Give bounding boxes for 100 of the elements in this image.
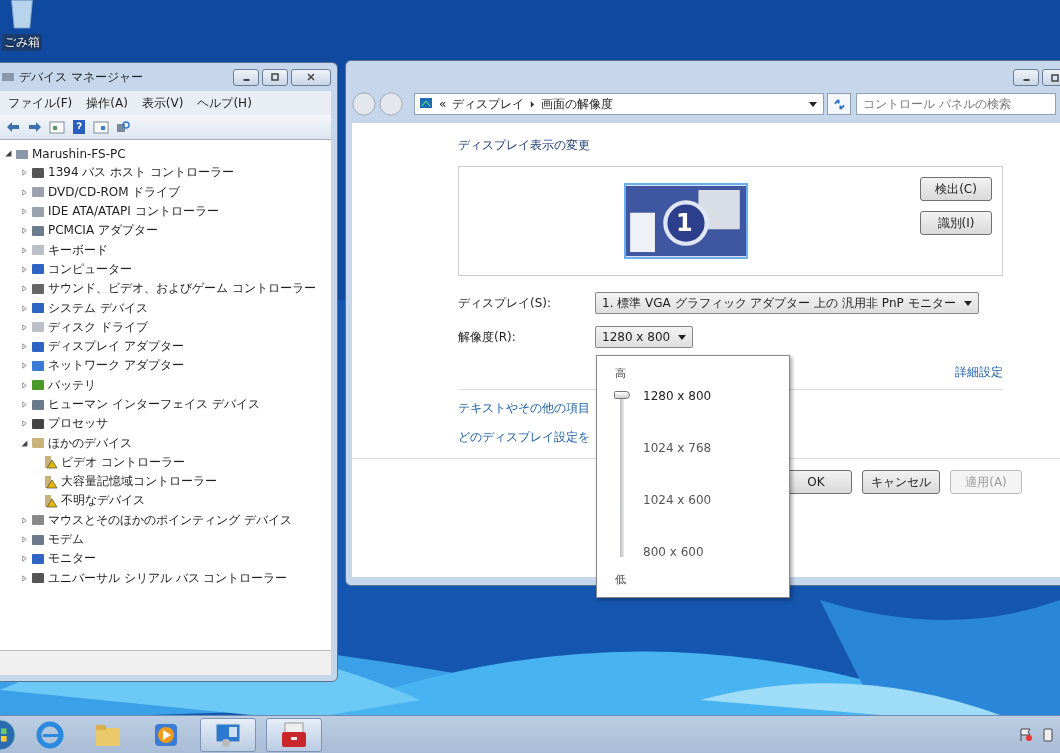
expand-icon[interactable]	[21, 227, 28, 235]
tree-item[interactable]: ビデオ コントローラー	[61, 453, 185, 471]
tree-item[interactable]: コンピューター	[48, 260, 132, 278]
tree-item[interactable]: 不明なデバイス	[61, 492, 145, 510]
tree-item[interactable]: ディスク ドライブ	[48, 318, 148, 336]
warning-icon	[44, 455, 58, 470]
maximize-icon	[270, 72, 280, 82]
close-icon	[306, 72, 316, 82]
expand-icon[interactable]	[21, 362, 28, 370]
help-link[interactable]: テキストやその他の項目	[458, 400, 590, 417]
tree-item[interactable]: バッテリ	[48, 376, 96, 394]
menu-item[interactable]: ファイル(F)	[8, 94, 73, 112]
monitor-tile[interactable]: 1	[624, 183, 748, 259]
device-icon	[31, 397, 45, 412]
identify-button[interactable]: 識別(I)	[920, 211, 992, 235]
device-icon	[31, 262, 45, 277]
back-button[interactable]	[352, 92, 376, 116]
tree-item[interactable]: プロセッサ	[48, 415, 108, 433]
expand-icon[interactable]	[21, 574, 28, 582]
menu-item[interactable]: 表示(V)	[141, 94, 184, 112]
resolution-option[interactable]: 800 x 600	[643, 545, 712, 559]
flag-icon[interactable]	[1018, 727, 1034, 743]
tree-item[interactable]: マウスとそのほかのポインティング デバイス	[48, 511, 292, 529]
help-link[interactable]: どのディスプレイ設定を	[458, 429, 590, 446]
breadcrumb-overflow[interactable]: «	[439, 97, 447, 111]
device-icon	[31, 571, 45, 586]
resolution-option[interactable]: 1024 x 600	[643, 493, 712, 507]
device-icon	[31, 358, 45, 373]
close-button[interactable]	[291, 68, 331, 86]
resolution-option[interactable]: 1280 x 800	[643, 389, 712, 403]
monitor-icon	[213, 720, 243, 750]
detect-button[interactable]: 検出(C)	[920, 177, 992, 201]
device-icon	[31, 185, 45, 200]
tree-item[interactable]: キーボード	[48, 241, 108, 259]
slider-thumb[interactable]	[614, 391, 630, 399]
resolution-dropdown[interactable]: 1280 x 800	[595, 326, 694, 348]
expand-icon[interactable]	[21, 323, 28, 331]
expand-icon[interactable]	[21, 381, 28, 389]
minimize-button[interactable]	[233, 68, 259, 86]
power-icon[interactable]	[1040, 727, 1056, 743]
address-bar[interactable]: « ディスプレイ 画面の解像度	[414, 93, 824, 115]
tree-item[interactable]: ネットワーク アダプター	[48, 357, 184, 375]
expand-icon[interactable]	[21, 516, 28, 524]
section-heading: ディスプレイ表示の変更	[458, 137, 591, 154]
search-field[interactable]: コントロール パネルの検索	[856, 93, 1056, 115]
update-icon[interactable]	[93, 119, 109, 135]
tree-item[interactable]: ほかのデバイス	[48, 434, 132, 452]
forward-button[interactable]	[379, 92, 403, 116]
expand-icon[interactable]	[21, 555, 28, 563]
maximize-button[interactable]	[262, 68, 288, 86]
taskbar-display-button[interactable]	[200, 718, 256, 752]
forward-icon[interactable]	[27, 119, 43, 135]
tree-item[interactable]: モデム	[48, 531, 84, 549]
chevron-icon[interactable]	[530, 100, 536, 108]
taskbar-toolbox-button[interactable]	[266, 718, 322, 752]
tree-item[interactable]: IDE ATA/ATAPI コントローラー	[48, 203, 219, 221]
help-icon[interactable]	[71, 119, 87, 135]
collapse-icon[interactable]	[21, 439, 28, 447]
device-icon	[31, 165, 45, 180]
menu-item[interactable]: ヘルプ(H)	[197, 94, 252, 112]
display-dropdown[interactable]: 1. 標準 VGA グラフィック アダプター 上の 汎用非 PnP モニター	[595, 292, 979, 314]
tree-item[interactable]: ヒューマン インターフェイス デバイス	[48, 396, 260, 413]
expand-icon[interactable]	[21, 401, 28, 408]
collapse-icon[interactable]	[5, 150, 12, 158]
tree-item[interactable]: Marushin-FS-PC	[32, 146, 126, 161]
tree-item[interactable]: ユニバーサル シリアル バス コントローラー	[48, 569, 288, 587]
menu-item[interactable]: 操作(A)	[86, 94, 128, 112]
expand-icon[interactable]	[21, 246, 28, 254]
field-label: ディスプレイ(S):	[458, 294, 553, 312]
expand-icon[interactable]	[21, 536, 28, 544]
dialog-button[interactable]: キャンセル	[862, 470, 940, 494]
tree-item[interactable]: ディスプレイ アダプター	[48, 338, 184, 356]
expand-icon[interactable]	[21, 208, 28, 216]
tree-item[interactable]: モニター	[48, 550, 96, 568]
tree-item[interactable]: PCMCIA アダプター	[48, 222, 158, 240]
device-icon	[31, 301, 45, 315]
resolution-option[interactable]: 1024 x 768	[643, 441, 712, 455]
tree-item[interactable]: システム デバイス	[48, 299, 148, 317]
warning-icon	[44, 474, 58, 489]
expand-icon[interactable]	[21, 304, 28, 312]
scan-icon[interactable]	[115, 119, 131, 135]
breadcrumb-item[interactable]: 画面の解像度	[541, 95, 614, 113]
dropdown-arrow-icon[interactable]	[809, 101, 817, 107]
tree-item[interactable]: 1394 バス ホスト コントローラー	[48, 164, 234, 182]
refresh-button[interactable]	[827, 93, 851, 115]
tree-item[interactable]: DVD/CD-ROM ドライブ	[48, 183, 181, 201]
advanced-settings-link[interactable]: 詳細設定	[955, 364, 1003, 381]
expand-icon[interactable]	[21, 169, 28, 177]
expand-icon[interactable]	[21, 285, 28, 293]
minimize-button[interactable]	[1013, 69, 1039, 86]
expand-icon[interactable]	[21, 265, 28, 273]
properties-icon[interactable]	[49, 119, 65, 135]
tree-item[interactable]: 大容量記憶域コントローラー	[61, 473, 217, 491]
device-icon	[31, 243, 45, 258]
breadcrumb-item[interactable]: ディスプレイ	[452, 95, 525, 113]
tree-item[interactable]: サウンド、ビデオ、およびゲーム コントローラー	[48, 280, 316, 298]
desktop-icon-label[interactable]: ごみ箱	[2, 34, 42, 51]
expand-icon[interactable]	[21, 188, 28, 196]
expand-icon[interactable]	[21, 420, 28, 428]
expand-icon[interactable]	[21, 343, 28, 351]
